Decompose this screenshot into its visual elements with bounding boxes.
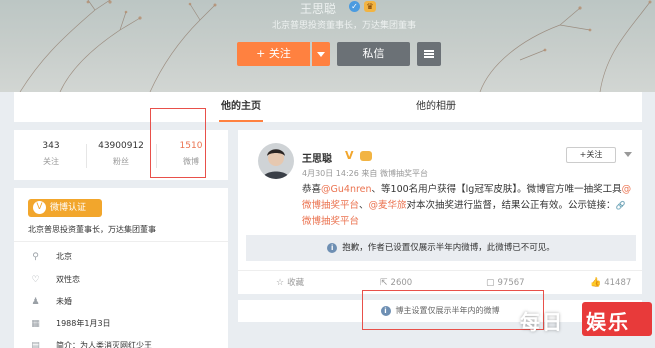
weibo-certification-badge[interactable]: V 微博认证 bbox=[28, 199, 102, 217]
menu-line bbox=[424, 50, 434, 52]
stat-value: 343 bbox=[42, 141, 60, 151]
comment-icon: ▢ bbox=[486, 278, 495, 288]
v-icon: V bbox=[33, 201, 46, 214]
chevron-down-icon[interactable] bbox=[624, 152, 632, 157]
profile-cover: 王思聪 ✓ ♛ 北京普思投资董事长，万达集团董事 + 关注 私信 bbox=[0, 0, 655, 92]
action-label: 收藏 bbox=[287, 278, 305, 288]
lottery-link[interactable]: 微博抽奖平台 bbox=[302, 216, 359, 227]
link-icon: 🔗 bbox=[615, 201, 626, 210]
calendar-icon: ▦ bbox=[31, 319, 40, 329]
profile-tab-bar: 他的主页 他的相册 bbox=[14, 92, 642, 122]
post-text: 恭喜@Gu4nren、等100名用户获得【lg冠军皮肤】。微博官方唯一抽奖工具 @… bbox=[302, 182, 632, 230]
menu-line bbox=[424, 56, 434, 58]
verified-v-icon: V bbox=[345, 149, 354, 162]
watermark-prefix: 每日 bbox=[520, 310, 564, 334]
info-icon: i bbox=[327, 242, 338, 253]
certification-description: 北京普思投资董事长，万达集团董事 bbox=[28, 225, 156, 234]
post-text-segment: 、等100名用户获得【lg冠军皮肤】。微博官方唯一抽奖工具 bbox=[371, 184, 622, 195]
user-icon: ♟ bbox=[31, 297, 40, 307]
highlight-box-weibo-count bbox=[150, 108, 206, 178]
avatar-image bbox=[258, 143, 294, 179]
tab-album[interactable]: 他的相册 bbox=[416, 92, 456, 122]
profile-description: 北京普思投资董事长，万达集团董事 bbox=[272, 21, 417, 31]
info-text: 1988年1月3日 bbox=[56, 319, 111, 328]
watermark-boxed-text: 娱乐 bbox=[586, 310, 630, 334]
stat-label: 关注 bbox=[43, 157, 59, 166]
share-icon: ⇱ bbox=[380, 278, 388, 288]
level-badge-icon: ♛ bbox=[364, 1, 376, 12]
message-button[interactable]: 私信 bbox=[337, 42, 410, 66]
profile-name: 王思聪 bbox=[300, 2, 337, 16]
action-label: 97567 bbox=[497, 278, 525, 288]
post-text-segment: 对本次抽奖进行监督，结果公正有效。公示链接： bbox=[406, 200, 616, 211]
post-follow-button[interactable]: +关注 bbox=[566, 147, 616, 163]
post-text-segment: 恭喜 bbox=[302, 184, 322, 195]
info-text: 未婚 bbox=[56, 297, 72, 306]
more-menu-icon[interactable] bbox=[417, 42, 441, 66]
hidden-post-notice: i 抱歉，作者已设置仅展示半年内微博，此微博已不可见。 bbox=[246, 235, 636, 261]
stat-followers[interactable]: 43900912 粉丝 bbox=[86, 141, 156, 167]
heart-icon: ♡ bbox=[31, 275, 40, 285]
mention-link[interactable]: @Gu4nren bbox=[321, 184, 372, 195]
stat-following[interactable]: 343 关注 bbox=[16, 141, 86, 167]
action-label: 2600 bbox=[390, 278, 413, 288]
cert-label: 微博认证 bbox=[50, 203, 87, 213]
feed-post: 王思聪 V 4月30日 14:26 来自 微博抽奖平台 +关注 恭喜@Gu4nr… bbox=[238, 130, 642, 294]
site-watermark: 每日 娱乐 bbox=[520, 300, 655, 348]
follow-dropdown-icon[interactable] bbox=[312, 42, 330, 66]
info-text: 北京 bbox=[56, 252, 72, 261]
stat-label: 粉丝 bbox=[113, 157, 129, 166]
notice-text: 抱歉，作者已设置仅展示半年内微博，此微博已不可见。 bbox=[342, 243, 555, 253]
favorite-button[interactable]: ☆ 收藏 bbox=[276, 271, 304, 295]
info-text: 简介：为人类消灭网红少王 bbox=[56, 341, 152, 348]
star-icon: ☆ bbox=[276, 278, 285, 288]
profile-icon: ▤ bbox=[31, 341, 40, 348]
stat-value: 43900912 bbox=[98, 141, 144, 151]
action-label: 41487 bbox=[604, 278, 632, 288]
post-text-segment: 、 bbox=[359, 200, 369, 211]
mention-link[interactable]: @麦华旅 bbox=[369, 200, 407, 211]
post-timestamp[interactable]: 4月30日 14:26 来自 微博抽奖平台 bbox=[302, 168, 428, 179]
verified-icon: ✓ bbox=[349, 1, 360, 12]
info-text: 双性恋 bbox=[56, 275, 80, 284]
avatar[interactable] bbox=[258, 143, 294, 179]
divider bbox=[14, 241, 228, 242]
tab-home[interactable]: 他的主页 bbox=[219, 92, 263, 122]
menu-line bbox=[424, 53, 434, 55]
level-badge-icon bbox=[360, 151, 372, 161]
location-icon: ⚲ bbox=[32, 252, 39, 262]
highlight-box-footer-notice bbox=[362, 290, 544, 330]
like-button[interactable]: 👍 41487 bbox=[590, 271, 631, 295]
profile-info-card: V 微博认证 北京普思投资董事长，万达集团董事 ⚲ 北京 ♡ 双性恋 ♟ 未婚 ▦… bbox=[14, 188, 228, 348]
like-icon: 👍 bbox=[590, 278, 602, 288]
follow-button[interactable]: + 关注 bbox=[237, 42, 310, 66]
post-author[interactable]: 王思聪 bbox=[302, 150, 332, 165]
